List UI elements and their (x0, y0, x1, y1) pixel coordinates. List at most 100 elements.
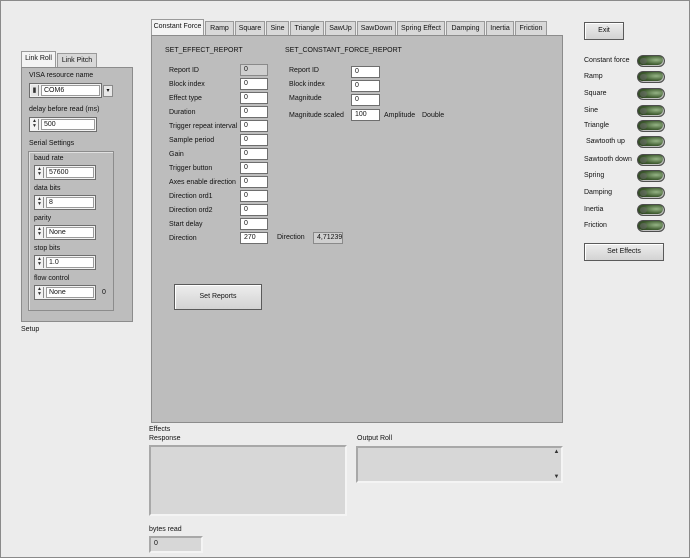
gain-field[interactable]: 0 (240, 148, 268, 160)
tab-link-roll[interactable]: Link Roll (21, 51, 56, 67)
tab-square[interactable]: Square (235, 21, 265, 35)
direction-field[interactable]: 270 (240, 232, 268, 244)
sample-period-field[interactable]: 0 (240, 134, 268, 146)
stepper-icon[interactable]: ▲ ▼ (36, 197, 44, 208)
databits-value: 8 (46, 197, 94, 208)
effect-label: Spring (584, 172, 605, 179)
tab-sawdown[interactable]: SawDown (357, 21, 396, 35)
delay-input[interactable]: ▲ ▼ 500 (29, 117, 97, 132)
response-label: Response (149, 435, 181, 442)
baud-rate-input[interactable]: ▲ ▼ 57600 (34, 165, 96, 180)
parity-select[interactable]: ▲ ▼ None (34, 225, 96, 240)
stepper-icon[interactable]: ▲ ▼ (36, 227, 44, 238)
tab-spring-effect[interactable]: Spring Effect (397, 21, 445, 35)
duration-field[interactable]: 0 (240, 106, 268, 118)
effect-label: Inertia (584, 206, 604, 213)
bytes-read-label: bytes read (149, 526, 182, 533)
baud-label: baud rate (34, 155, 64, 162)
direction-out-value: 4,71239 (313, 232, 343, 244)
visa-label: VISA resource name (29, 72, 94, 79)
field-label: Report ID (169, 67, 199, 74)
damping-led[interactable] (637, 187, 665, 199)
sawtooth-down-led[interactable] (637, 154, 665, 166)
inertia-led[interactable] (637, 204, 665, 216)
set-effect-title: SET_EFFECT_REPORT (165, 47, 243, 54)
tab-link-pitch[interactable]: Link Pitch (57, 53, 97, 67)
output-scrollbar[interactable]: ▲ ▼ (552, 448, 561, 481)
visa-icon: ▮ (31, 85, 39, 96)
field-label: Sample period (169, 137, 215, 144)
link-panel: VISA resource name ▮ COM6 ▾ delay before… (21, 67, 133, 322)
scroll-down-icon[interactable]: ▼ (552, 474, 561, 480)
effect-label: Constant force (584, 57, 630, 64)
magnitude-scaled-field[interactable]: 100 (351, 109, 380, 121)
trigger-repeat-field[interactable]: 0 (240, 120, 268, 132)
double-label: Double (422, 112, 445, 119)
stopbits-label: stop bits (34, 245, 61, 252)
tab-sine[interactable]: Sine (266, 21, 289, 35)
parity-value: None (46, 227, 94, 238)
output-roll-display: ▲ ▼ (356, 446, 563, 483)
cf-block-index-field[interactable]: 0 (351, 80, 380, 92)
effect-label: Triangle (584, 122, 610, 129)
data-bits-input[interactable]: ▲ ▼ 8 (34, 195, 96, 210)
axes-enable-field[interactable]: 0 (240, 176, 268, 188)
chevron-down-icon[interactable]: ▾ (103, 85, 113, 97)
amplitude-label: Amplitude (384, 112, 416, 119)
tab-inertia[interactable]: Inertia (486, 21, 514, 35)
visa-resource-select[interactable]: ▮ COM6 ▾ (29, 83, 113, 98)
output-roll-label: Output Roll (357, 435, 393, 442)
tab-sawup[interactable]: SawUp (325, 21, 356, 35)
flow-control-select[interactable]: ▲ ▼ None (34, 285, 96, 300)
tab-triangle[interactable]: Triangle (290, 21, 324, 35)
sine-led[interactable] (637, 105, 665, 117)
set-effects-button[interactable]: Set Effects (584, 243, 664, 261)
stop-bits-select[interactable]: ▲ ▼ 1.0 (34, 255, 96, 270)
ramp-led[interactable] (637, 71, 665, 83)
tab-friction[interactable]: Friction (515, 21, 547, 35)
constant-force-led[interactable] (637, 55, 665, 67)
effect-tabs: Constant Force Ramp Square Sine Triangle… (151, 19, 561, 35)
stepper-icon[interactable]: ▲ ▼ (36, 287, 44, 298)
direction-ord2-field[interactable]: 0 (240, 204, 268, 216)
stepper-icon[interactable]: ▲ ▼ (36, 257, 44, 268)
baud-value: 57600 (46, 167, 94, 178)
report-id-field: 0 (240, 64, 268, 76)
bytes-read-display: 0 (149, 536, 203, 553)
spring-led[interactable] (637, 170, 665, 182)
effect-label: Friction (584, 222, 607, 229)
scroll-up-icon[interactable]: ▲ (552, 449, 561, 455)
field-label: Trigger repeat interval (169, 123, 238, 130)
cf-report-id-field[interactable]: 0 (351, 66, 380, 78)
flow-value: None (46, 287, 94, 298)
field-label: Axes enable direction (169, 179, 236, 186)
trigger-button-field[interactable]: 0 (240, 162, 268, 174)
block-index-field[interactable]: 0 (240, 78, 268, 90)
stepper-icon[interactable]: ▲ ▼ (36, 167, 44, 178)
field-label: Duration (169, 109, 196, 116)
triangle-led[interactable] (637, 120, 665, 132)
effect-label: Sawtooth up (586, 138, 625, 145)
friction-led[interactable] (637, 220, 665, 232)
effect-panel: SET_EFFECT_REPORT SET_CONSTANT_FORCE_REP… (151, 35, 563, 423)
start-delay-field[interactable]: 0 (240, 218, 268, 230)
effect-type-field[interactable]: 0 (240, 92, 268, 104)
sawtooth-up-led[interactable] (637, 136, 665, 148)
field-label: Direction ord2 (169, 207, 213, 214)
direction-out-label: Direction (277, 234, 305, 241)
stopbits-value: 1.0 (46, 257, 94, 268)
direction-ord1-field[interactable]: 0 (240, 190, 268, 202)
stepper-icon[interactable]: ▲ ▼ (31, 119, 39, 130)
square-led[interactable] (637, 88, 665, 100)
exit-button[interactable]: Exit (584, 22, 624, 40)
window: Link Roll Link Pitch VISA resource name … (0, 0, 690, 558)
field-label: Direction (169, 235, 197, 242)
response-display (149, 445, 347, 516)
tab-ramp[interactable]: Ramp (205, 21, 234, 35)
magnitude-field[interactable]: 0 (351, 94, 380, 106)
delay-value: 500 (41, 119, 95, 130)
set-reports-button[interactable]: Set Reports (174, 284, 262, 310)
field-label: Magnitude scaled (289, 112, 344, 119)
tab-constant-force[interactable]: Constant Force (151, 19, 204, 35)
tab-damping[interactable]: Damping (446, 21, 485, 35)
